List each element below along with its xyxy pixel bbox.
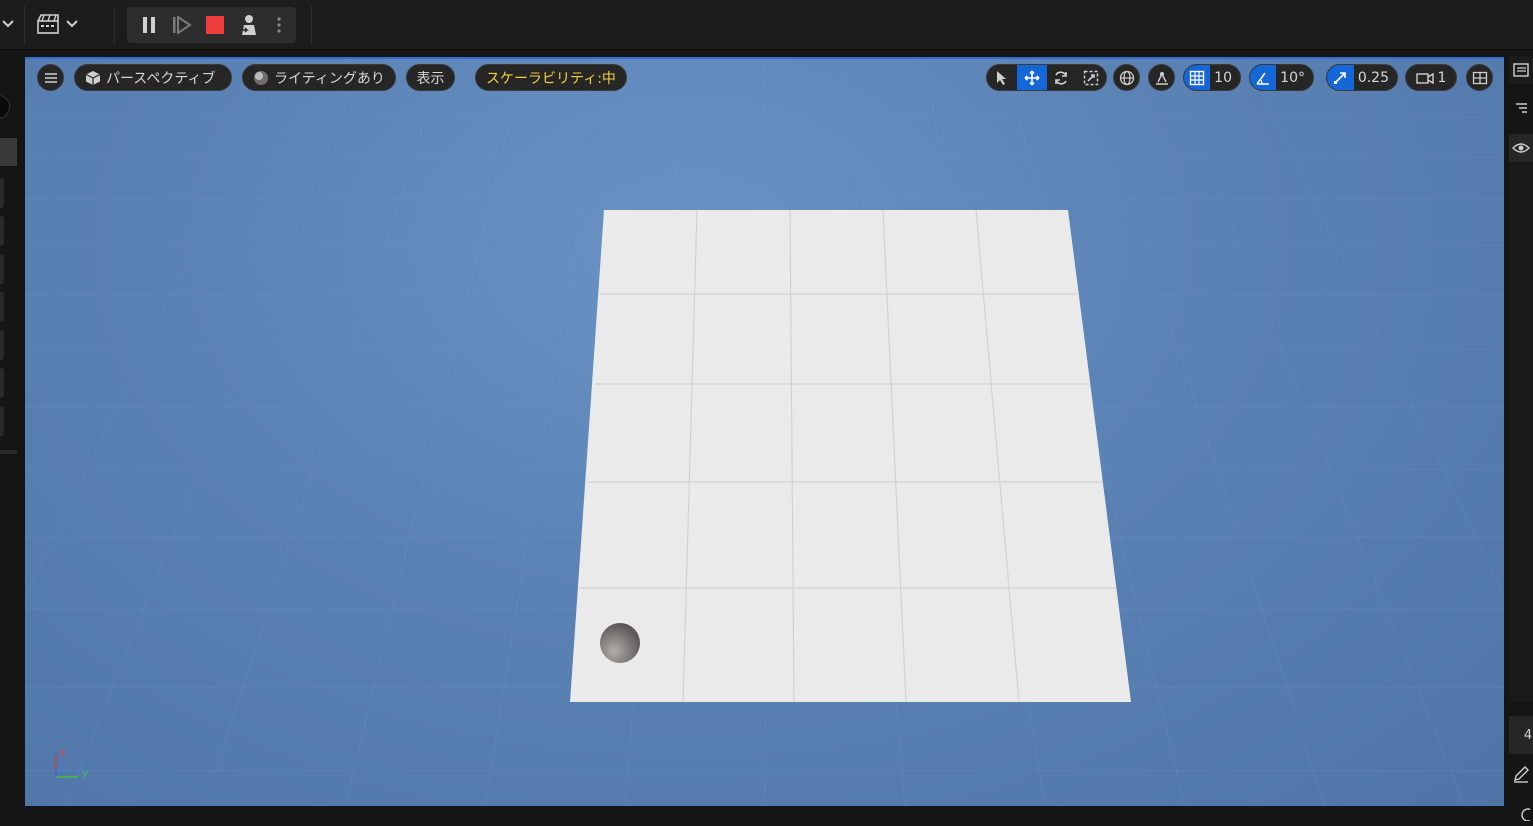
left-panel-tab[interactable] xyxy=(0,178,4,208)
floor-plane[interactable] xyxy=(25,57,1504,806)
cube-icon xyxy=(84,69,102,87)
right-panel-edge: 4 xyxy=(1505,50,1533,825)
partial-number: 4 xyxy=(1523,727,1533,743)
camera-icon xyxy=(1415,69,1434,87)
sphere-actor[interactable] xyxy=(600,623,640,663)
scale-snap-value[interactable]: 0.25 xyxy=(1354,70,1397,86)
left-panel-edge xyxy=(0,50,25,825)
lighting-label: ライティングあり xyxy=(274,70,385,87)
left-panel-tab-active[interactable] xyxy=(0,138,17,166)
rotation-snap-value[interactable]: 10° xyxy=(1276,70,1313,86)
scalability-button[interactable]: スケーラビリティ:中 xyxy=(475,64,627,91)
step-icon[interactable] xyxy=(170,13,194,37)
settings-icon[interactable] xyxy=(1509,798,1533,826)
possess-icon[interactable] xyxy=(237,13,261,37)
hamburger-icon[interactable] xyxy=(37,64,64,91)
right-panel-number: 4 xyxy=(1509,716,1533,754)
camera-speed-value: 1 xyxy=(1437,69,1447,86)
main-toolbar xyxy=(0,0,1533,50)
left-panel-tab[interactable] xyxy=(0,330,4,360)
grid-snap: 10 xyxy=(1183,64,1241,91)
stop-icon[interactable] xyxy=(203,13,227,37)
sphere-icon xyxy=(252,69,270,87)
globe-icon[interactable] xyxy=(1113,64,1140,91)
outliner-icon[interactable] xyxy=(1509,56,1533,84)
scale-snap: 0.25 xyxy=(1326,64,1398,91)
left-panel-tab[interactable] xyxy=(0,216,4,246)
show-button[interactable]: 表示 xyxy=(406,64,455,91)
rotation-snap: 10° xyxy=(1249,64,1314,91)
grid-snap-value[interactable]: 10 xyxy=(1210,70,1240,86)
angle-icon[interactable] xyxy=(1250,65,1277,90)
cinematics-chevron-icon[interactable] xyxy=(64,14,80,34)
axis-y-label: Y xyxy=(82,770,89,781)
eye-icon[interactable] xyxy=(1509,134,1533,162)
play-controls xyxy=(127,7,296,43)
surface-snap-icon[interactable] xyxy=(1148,64,1175,91)
rotate-icon[interactable] xyxy=(1047,65,1077,90)
edit-icon[interactable] xyxy=(1509,760,1533,788)
level-viewport[interactable]: パースペクティブ ライティングあり 表示 スケーラビリティ:中 10 10° 0… xyxy=(25,57,1504,806)
scalability-label: スケーラビリティ:中 xyxy=(486,70,616,87)
scale-snap-icon[interactable] xyxy=(1327,65,1354,90)
show-label: 表示 xyxy=(416,70,445,87)
select-icon[interactable] xyxy=(987,65,1017,90)
transform-tools xyxy=(986,64,1107,91)
perspective-label: パースペクティブ xyxy=(106,70,216,87)
left-panel-tab[interactable] xyxy=(0,406,4,436)
cinematics-icon[interactable] xyxy=(36,12,62,36)
axis-x-label: X xyxy=(59,748,66,759)
more-icon[interactable] xyxy=(271,13,287,37)
axis-indicator: X Z Y xyxy=(52,747,96,787)
left-panel-tab[interactable] xyxy=(0,254,4,284)
left-panel-tab[interactable] xyxy=(0,292,4,322)
lighting-button[interactable]: ライティングあり xyxy=(242,64,396,91)
chevron-down-icon[interactable] xyxy=(0,14,16,34)
layout-icon[interactable] xyxy=(1466,64,1493,91)
left-panel-tab[interactable] xyxy=(0,368,4,398)
left-panel-button[interactable] xyxy=(0,95,10,119)
perspective-button[interactable]: パースペクティブ xyxy=(74,64,232,91)
grid-icon[interactable] xyxy=(1184,65,1211,90)
filter-icon[interactable] xyxy=(1509,94,1533,122)
translate-icon[interactable] xyxy=(1016,65,1047,90)
pause-icon[interactable] xyxy=(137,13,161,37)
camera-speed-button[interactable]: 1 xyxy=(1405,64,1457,91)
scale-icon[interactable] xyxy=(1076,65,1106,90)
axis-z-label: Z xyxy=(58,763,65,774)
